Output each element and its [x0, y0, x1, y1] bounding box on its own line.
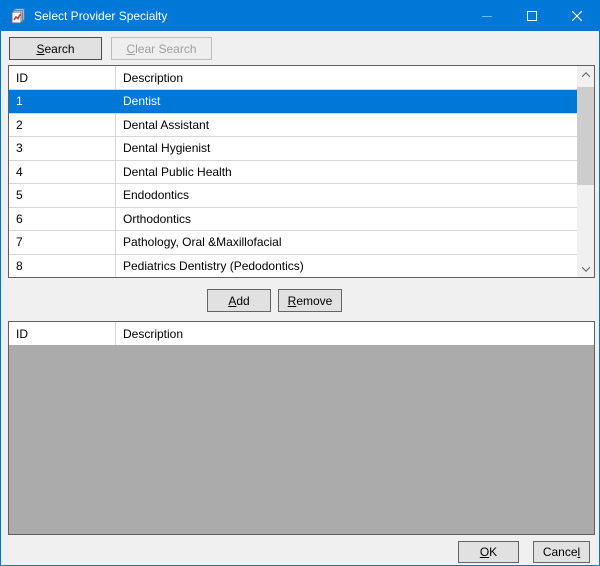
- column-header-id: ID: [9, 322, 116, 345]
- table-row[interactable]: 6 Orthodontics: [9, 207, 577, 231]
- remove-button[interactable]: Remove: [278, 289, 342, 312]
- row-description: Dental Hygienist: [116, 137, 577, 160]
- close-button[interactable]: [554, 1, 599, 31]
- window-controls: [464, 1, 599, 31]
- table-header: ID Description: [9, 322, 594, 345]
- table-header: ID Description: [9, 66, 577, 89]
- empty-table-body: [9, 345, 594, 534]
- chevron-down-icon: [581, 263, 589, 271]
- row-id: 5: [9, 184, 116, 207]
- row-description: Pediatrics Dentistry (Pedodontics): [116, 255, 577, 278]
- ok-button[interactable]: OK: [458, 541, 519, 563]
- row-description: Endodontics: [116, 184, 577, 207]
- scrollbar-thumb[interactable]: [577, 87, 594, 185]
- row-id: 3: [9, 137, 116, 160]
- table-row[interactable]: 3 Dental Hygienist: [9, 136, 577, 160]
- search-button[interactable]: Search: [9, 37, 102, 60]
- column-header-id: ID: [9, 66, 116, 89]
- table-row[interactable]: 8 Pediatrics Dentistry (Pedodontics): [9, 254, 577, 278]
- row-description: Dental Public Health: [116, 161, 577, 184]
- window-title: Select Provider Specialty: [34, 9, 167, 23]
- table-row[interactable]: 4 Dental Public Health: [9, 160, 577, 184]
- table-row[interactable]: 2 Dental Assistant: [9, 113, 577, 137]
- scroll-up-button[interactable]: [577, 66, 594, 83]
- row-id: 4: [9, 161, 116, 184]
- table-row[interactable]: 7 Pathology, Oral &Maxillofacial: [9, 230, 577, 254]
- row-description: Orthodontics: [116, 208, 577, 231]
- maximize-button[interactable]: [509, 1, 554, 31]
- row-description: Dentist: [116, 90, 577, 113]
- row-id: 1: [9, 90, 116, 113]
- row-description: Pathology, Oral &Maxillofacial: [116, 231, 577, 254]
- select-provider-specialty-dialog: Select Provider Specialty Search Clear S…: [0, 0, 600, 566]
- report-pages-icon: [10, 8, 26, 24]
- minimize-button[interactable]: [464, 1, 509, 31]
- title-bar[interactable]: Select Provider Specialty: [1, 1, 599, 31]
- available-specialties-table: ID Description 1 Dentist 2 Dental Assist…: [8, 65, 595, 278]
- row-id: 6: [9, 208, 116, 231]
- vertical-scrollbar[interactable]: [577, 66, 594, 277]
- add-button[interactable]: Add: [207, 289, 271, 312]
- cancel-button[interactable]: Cancel: [533, 541, 590, 563]
- row-id: 8: [9, 255, 116, 278]
- chevron-up-icon: [581, 72, 589, 80]
- scroll-down-button[interactable]: [577, 260, 594, 277]
- table-body: 1 Dentist 2 Dental Assistant 3 Dental Hy…: [9, 89, 577, 277]
- row-description: Dental Assistant: [116, 114, 577, 137]
- column-header-description: Description: [116, 66, 577, 89]
- row-id: 2: [9, 114, 116, 137]
- table-row[interactable]: 5 Endodontics: [9, 183, 577, 207]
- selected-specialties-table: ID Description: [8, 321, 595, 535]
- row-id: 7: [9, 231, 116, 254]
- column-header-description: Description: [116, 322, 594, 345]
- clear-search-button[interactable]: Clear Search: [111, 37, 212, 60]
- table-row[interactable]: 1 Dentist: [9, 89, 577, 113]
